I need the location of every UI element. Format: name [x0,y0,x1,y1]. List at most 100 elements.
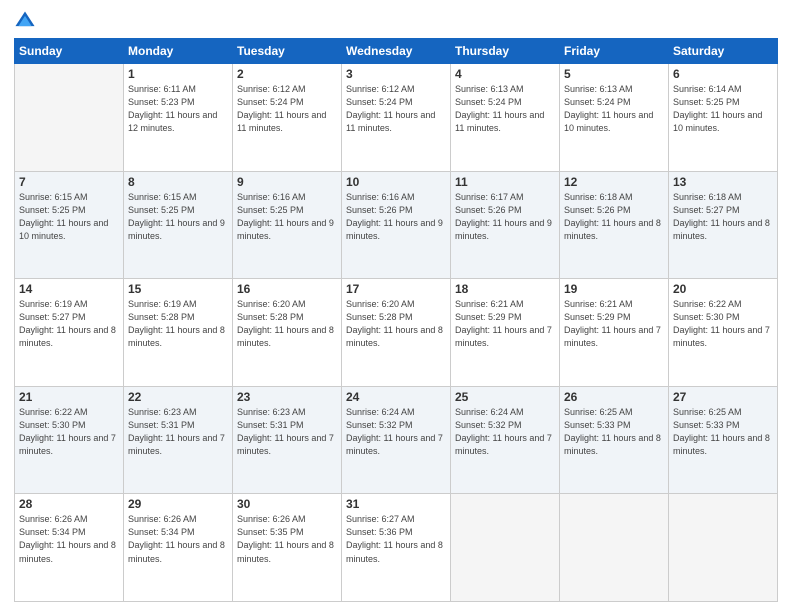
calendar-cell [560,494,669,602]
day-number: 25 [455,390,555,404]
day-info: Sunrise: 6:15 AMSunset: 5:25 PMDaylight:… [19,191,119,243]
calendar-cell [669,494,778,602]
day-number: 17 [346,282,446,296]
calendar-cell: 10 Sunrise: 6:16 AMSunset: 5:26 PMDayligh… [342,171,451,279]
day-number: 20 [673,282,773,296]
calendar-day-header: Tuesday [233,39,342,64]
day-number: 18 [455,282,555,296]
calendar-cell: 15 Sunrise: 6:19 AMSunset: 5:28 PMDayligh… [124,279,233,387]
day-info: Sunrise: 6:25 AMSunset: 5:33 PMDaylight:… [564,406,664,458]
calendar-cell: 20 Sunrise: 6:22 AMSunset: 5:30 PMDayligh… [669,279,778,387]
calendar-cell: 7 Sunrise: 6:15 AMSunset: 5:25 PMDaylight… [15,171,124,279]
day-info: Sunrise: 6:19 AMSunset: 5:27 PMDaylight:… [19,298,119,350]
day-number: 30 [237,497,337,511]
calendar-cell: 2 Sunrise: 6:12 AMSunset: 5:24 PMDaylight… [233,64,342,172]
day-info: Sunrise: 6:24 AMSunset: 5:32 PMDaylight:… [455,406,555,458]
day-number: 8 [128,175,228,189]
day-number: 13 [673,175,773,189]
calendar-day-header: Sunday [15,39,124,64]
day-number: 22 [128,390,228,404]
day-info: Sunrise: 6:12 AMSunset: 5:24 PMDaylight:… [237,83,337,135]
day-number: 15 [128,282,228,296]
calendar-cell: 29 Sunrise: 6:26 AMSunset: 5:34 PMDayligh… [124,494,233,602]
day-info: Sunrise: 6:21 AMSunset: 5:29 PMDaylight:… [455,298,555,350]
day-number: 14 [19,282,119,296]
day-number: 27 [673,390,773,404]
day-number: 10 [346,175,446,189]
day-number: 31 [346,497,446,511]
calendar-cell: 6 Sunrise: 6:14 AMSunset: 5:25 PMDaylight… [669,64,778,172]
day-number: 12 [564,175,664,189]
calendar-cell [15,64,124,172]
calendar-cell: 16 Sunrise: 6:20 AMSunset: 5:28 PMDayligh… [233,279,342,387]
logo-icon [14,10,36,32]
day-info: Sunrise: 6:27 AMSunset: 5:36 PMDaylight:… [346,513,446,565]
calendar-cell: 25 Sunrise: 6:24 AMSunset: 5:32 PMDayligh… [451,386,560,494]
day-info: Sunrise: 6:23 AMSunset: 5:31 PMDaylight:… [237,406,337,458]
day-info: Sunrise: 6:16 AMSunset: 5:25 PMDaylight:… [237,191,337,243]
calendar-cell: 5 Sunrise: 6:13 AMSunset: 5:24 PMDaylight… [560,64,669,172]
day-number: 7 [19,175,119,189]
calendar-cell: 19 Sunrise: 6:21 AMSunset: 5:29 PMDayligh… [560,279,669,387]
calendar-cell: 26 Sunrise: 6:25 AMSunset: 5:33 PMDayligh… [560,386,669,494]
calendar-cell: 8 Sunrise: 6:15 AMSunset: 5:25 PMDaylight… [124,171,233,279]
day-number: 19 [564,282,664,296]
calendar-week-row: 28Sunrise: 6:26 AMSunset: 5:34 PMDayligh… [15,494,778,602]
calendar-cell: 23 Sunrise: 6:23 AMSunset: 5:31 PMDayligh… [233,386,342,494]
day-info: Sunrise: 6:12 AMSunset: 5:24 PMDaylight:… [346,83,446,135]
calendar-week-row: 14 Sunrise: 6:19 AMSunset: 5:27 PMDayligh… [15,279,778,387]
day-info: Sunrise: 6:13 AMSunset: 5:24 PMDaylight:… [564,83,664,135]
day-number: 2 [237,67,337,81]
calendar-cell: 9 Sunrise: 6:16 AMSunset: 5:25 PMDaylight… [233,171,342,279]
day-info: Sunrise: 6:18 AMSunset: 5:26 PMDaylight:… [564,191,664,243]
day-info: Sunrise: 6:25 AMSunset: 5:33 PMDaylight:… [673,406,773,458]
day-number: 21 [19,390,119,404]
day-info: Sunrise: 6:19 AMSunset: 5:28 PMDaylight:… [128,298,228,350]
calendar-cell [451,494,560,602]
calendar-cell: 11Sunrise: 6:17 AMSunset: 5:26 PMDayligh… [451,171,560,279]
calendar-cell: 1 Sunrise: 6:11 AMSunset: 5:23 PMDaylight… [124,64,233,172]
logo [14,10,40,32]
day-info: Sunrise: 6:24 AMSunset: 5:32 PMDaylight:… [346,406,446,458]
day-info: Sunrise: 6:17 AMSunset: 5:26 PMDaylight:… [455,191,555,243]
calendar-cell: 4Sunrise: 6:13 AMSunset: 5:24 PMDaylight… [451,64,560,172]
day-info: Sunrise: 6:26 AMSunset: 5:34 PMDaylight:… [19,513,119,565]
day-number: 9 [237,175,337,189]
day-info: Sunrise: 6:21 AMSunset: 5:29 PMDaylight:… [564,298,664,350]
page: SundayMondayTuesdayWednesdayThursdayFrid… [0,0,792,612]
calendar-cell: 17 Sunrise: 6:20 AMSunset: 5:28 PMDayligh… [342,279,451,387]
day-number: 3 [346,67,446,81]
calendar-day-header: Wednesday [342,39,451,64]
day-number: 26 [564,390,664,404]
calendar-day-header: Monday [124,39,233,64]
day-number: 5 [564,67,664,81]
day-info: Sunrise: 6:15 AMSunset: 5:25 PMDaylight:… [128,191,228,243]
header [14,10,778,32]
day-info: Sunrise: 6:14 AMSunset: 5:25 PMDaylight:… [673,83,773,135]
day-info: Sunrise: 6:22 AMSunset: 5:30 PMDaylight:… [673,298,773,350]
day-info: Sunrise: 6:26 AMSunset: 5:34 PMDaylight:… [128,513,228,565]
day-info: Sunrise: 6:26 AMSunset: 5:35 PMDaylight:… [237,513,337,565]
day-number: 16 [237,282,337,296]
calendar-cell: 30 Sunrise: 6:26 AMSunset: 5:35 PMDayligh… [233,494,342,602]
calendar-cell: 27 Sunrise: 6:25 AMSunset: 5:33 PMDayligh… [669,386,778,494]
day-number: 29 [128,497,228,511]
day-info: Sunrise: 6:20 AMSunset: 5:28 PMDaylight:… [237,298,337,350]
calendar-header-row: SundayMondayTuesdayWednesdayThursdayFrid… [15,39,778,64]
day-info: Sunrise: 6:13 AMSunset: 5:24 PMDaylight:… [455,83,555,135]
calendar-cell: 18 Sunrise: 6:21 AMSunset: 5:29 PMDayligh… [451,279,560,387]
calendar-cell: 24Sunrise: 6:24 AMSunset: 5:32 PMDayligh… [342,386,451,494]
day-number: 6 [673,67,773,81]
calendar-cell: 12 Sunrise: 6:18 AMSunset: 5:26 PMDayligh… [560,171,669,279]
day-info: Sunrise: 6:20 AMSunset: 5:28 PMDaylight:… [346,298,446,350]
day-number: 23 [237,390,337,404]
calendar-cell: 22Sunrise: 6:23 AMSunset: 5:31 PMDayligh… [124,386,233,494]
day-info: Sunrise: 6:11 AMSunset: 5:23 PMDaylight:… [128,83,228,135]
day-info: Sunrise: 6:16 AMSunset: 5:26 PMDaylight:… [346,191,446,243]
day-number: 1 [128,67,228,81]
calendar-cell: 14 Sunrise: 6:19 AMSunset: 5:27 PMDayligh… [15,279,124,387]
calendar-week-row: 1 Sunrise: 6:11 AMSunset: 5:23 PMDaylight… [15,64,778,172]
calendar-table: SundayMondayTuesdayWednesdayThursdayFrid… [14,38,778,602]
calendar-day-header: Saturday [669,39,778,64]
calendar-week-row: 7 Sunrise: 6:15 AMSunset: 5:25 PMDaylight… [15,171,778,279]
